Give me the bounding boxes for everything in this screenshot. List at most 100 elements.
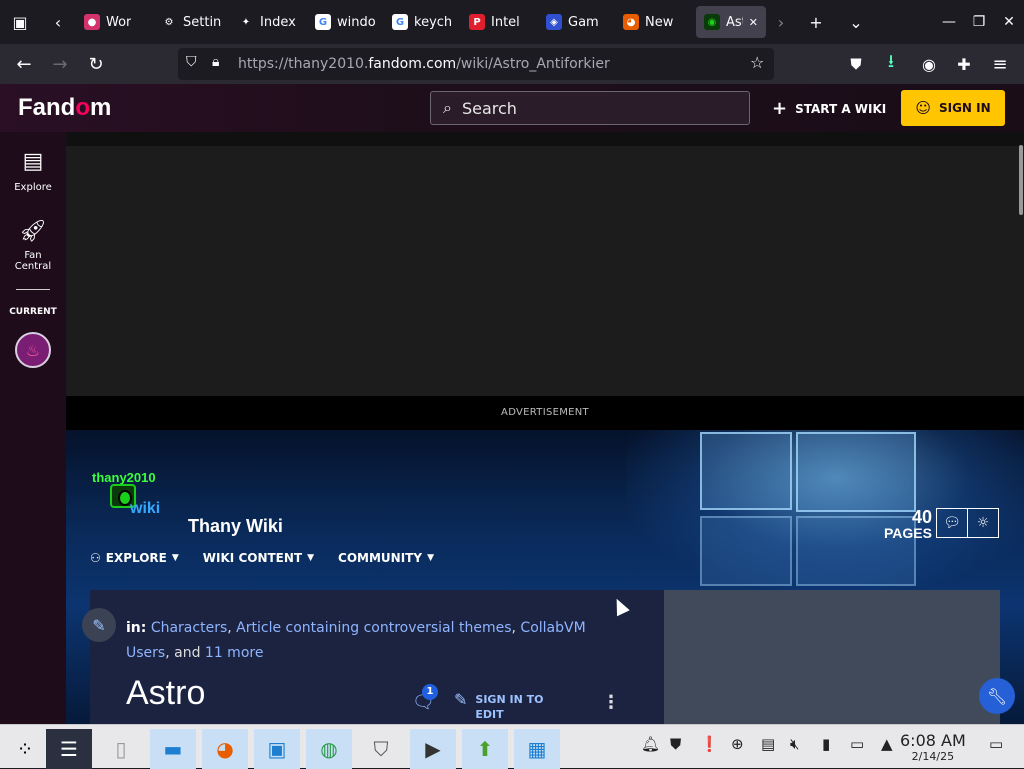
- file-manager-icon[interactable]: ▬: [150, 729, 196, 769]
- scrollbar-thumb[interactable]: [1019, 145, 1023, 215]
- browser-tab[interactable]: Gwindo: [307, 6, 384, 38]
- clipboard-icon[interactable]: ▤: [761, 735, 775, 753]
- google-icon: G: [392, 14, 408, 30]
- pencil-icon: ✎: [454, 690, 468, 709]
- downloads-icon[interactable]: ⭳: [873, 46, 909, 82]
- menu-icon[interactable]: ≡: [982, 46, 1018, 82]
- wrench-icon[interactable]: 🔧︎: [979, 678, 1015, 714]
- file-app-icon[interactable]: ▯: [98, 729, 144, 769]
- network-icon[interactable]: ▭: [850, 735, 864, 753]
- sidebar-item-fan-central[interactable]: 🚀︎ Fan Central: [0, 220, 66, 273]
- tab-label: New: [645, 14, 674, 30]
- browser-tab[interactable]: ● Wor: [76, 6, 153, 38]
- search-input[interactable]: ⌕ Search: [430, 91, 750, 125]
- alert-icon[interactable]: ❗: [700, 735, 719, 753]
- taskbar: ⁘ ☰ ▯ ▬ ◕ ▣ ◍ ⛉ ▶ ⬆ ▦ 🔔︎ ⛊ ❗ ⊕ ▤ 🔇︎ ▮ ▭ …: [0, 724, 1024, 769]
- terminal-app-icon[interactable]: ▶: [410, 729, 456, 769]
- scroll-tabs-left-icon[interactable]: ‹: [40, 0, 76, 44]
- update-icon[interactable]: ⊕: [731, 735, 744, 753]
- index-icon: ✦: [241, 16, 251, 28]
- lock-icon[interactable]: 🔒︎: [212, 54, 219, 70]
- app-launcher-icon[interactable]: ⁘: [2, 729, 48, 769]
- caret-down-icon: ▼: [171, 553, 179, 563]
- clock[interactable]: 6:08 AM 2/14/25: [900, 731, 966, 763]
- close-tab-icon[interactable]: ✕: [749, 16, 758, 29]
- more-actions-icon[interactable]: ⋮: [602, 692, 620, 713]
- list-tabs-icon[interactable]: ⌄: [836, 0, 876, 44]
- browser-tab[interactable]: ✦ Index: [230, 6, 307, 38]
- start-a-wiki-button[interactable]: + START A WIKI: [772, 98, 886, 119]
- minimize-icon[interactable]: —: [934, 0, 964, 44]
- sidebar-divider: [16, 289, 50, 290]
- close-window-icon[interactable]: ✕: [994, 0, 1024, 44]
- sign-in-to-edit-button[interactable]: ✎ SIGN IN TO EDIT: [454, 692, 543, 722]
- restore-icon[interactable]: ❐: [964, 0, 994, 44]
- scroll-tabs-right-icon[interactable]: ›: [766, 0, 796, 44]
- right-rail: [664, 590, 1000, 724]
- sun-icon: ☼: [976, 515, 990, 531]
- page-title: Astro: [126, 674, 206, 712]
- browser-tab[interactable]: ◈ Gam: [538, 6, 615, 38]
- tray-shield-icon[interactable]: ⛊: [670, 735, 681, 753]
- show-hidden-icons[interactable]: ▲: [881, 735, 893, 753]
- nav-explore[interactable]: ⚇ EXPLORE ▼: [90, 551, 179, 565]
- browser-tab[interactable]: ◕ New: [615, 6, 692, 38]
- categories: in: Characters, Article containing contr…: [126, 620, 586, 661]
- current-wiki-icon[interactable]: ♨: [15, 332, 51, 368]
- store-app-icon[interactable]: ▣: [254, 729, 300, 769]
- nav-toolbar: ← → ↻ ⛉ 🔒︎ https://thany2010.fandom.com/…: [0, 44, 1024, 84]
- security-app-icon[interactable]: ⛉: [358, 729, 404, 769]
- advertisement-label: ADVERTISEMENT: [66, 396, 1024, 430]
- game-icon: ◈: [546, 14, 562, 30]
- settings-app-icon[interactable]: ☰: [46, 729, 92, 769]
- url-text[interactable]: https://thany2010.fandom.com/wiki/Astro_…: [238, 56, 610, 72]
- tab-label: Settin: [183, 14, 222, 30]
- browser-tab[interactable]: ⚙ Settin: [153, 6, 230, 38]
- sidebar-item-explore[interactable]: ▤ Explore: [0, 150, 66, 194]
- browser-tab[interactable]: P Intel: [461, 6, 538, 38]
- more-categories-link[interactable]: 11 more: [205, 645, 264, 661]
- edit-pencil-icon[interactable]: ✎: [82, 608, 116, 642]
- wiki-logo[interactable]: thany2010 wiki: [92, 470, 172, 526]
- comment-count-badge: 1: [422, 684, 438, 700]
- forward-icon[interactable]: →: [42, 46, 78, 82]
- monitor-app-icon[interactable]: ▦: [514, 729, 560, 769]
- sign-in-button[interactable]: ☺ SIGN IN: [901, 90, 1005, 126]
- tab-overview-icon[interactable]: ▣: [0, 0, 40, 44]
- notifications-bell-icon[interactable]: 🔔︎: [641, 735, 660, 753]
- browser-tab[interactable]: ◉ Ast ✕: [696, 6, 766, 38]
- battery-icon[interactable]: ▮: [822, 735, 830, 753]
- mute-icon[interactable]: 🔇︎: [790, 735, 799, 753]
- nav-community[interactable]: COMMUNITY ▼: [338, 551, 434, 565]
- discussions-button[interactable]: 💬︎: [936, 508, 968, 538]
- url-bar[interactable]: ⛉ 🔒︎ https://thany2010.fandom.com/wiki/A…: [178, 48, 774, 80]
- new-tab-icon[interactable]: +: [796, 0, 836, 44]
- bookmark-star-icon[interactable]: ☆: [750, 53, 764, 72]
- pages-count: 40 PAGES: [884, 507, 932, 541]
- category-link[interactable]: Characters: [151, 620, 227, 636]
- browser-tab[interactable]: Gkeych: [384, 6, 461, 38]
- firefox-taskbar-icon[interactable]: ◕: [202, 729, 248, 769]
- window-pane: [796, 432, 916, 512]
- tab-label: Ast: [726, 14, 743, 30]
- theme-toggle-button[interactable]: ☼: [967, 508, 999, 538]
- back-icon[interactable]: ←: [6, 46, 42, 82]
- fandom-logo[interactable]: Fandom: [18, 94, 111, 122]
- account-icon[interactable]: ◉: [911, 46, 947, 82]
- category-link[interactable]: Article containing controversial themes: [236, 620, 511, 636]
- global-sidebar: ▤ Explore 🚀︎ Fan Central CURRENT ♨: [0, 132, 66, 724]
- wiki-name[interactable]: Thany Wiki: [188, 516, 283, 537]
- extensions-icon[interactable]: ✚: [946, 46, 982, 82]
- nav-wiki-content[interactable]: WIKI CONTENT ▼: [203, 551, 314, 565]
- pocket-icon[interactable]: ⛊: [838, 46, 874, 82]
- shield-icon[interactable]: ⛉: [186, 54, 197, 70]
- globe-app-icon[interactable]: ◍: [306, 729, 352, 769]
- user-icon: ☺: [915, 99, 931, 117]
- reload-icon[interactable]: ↻: [78, 46, 114, 82]
- current-label: CURRENT: [9, 307, 57, 317]
- updater-app-icon[interactable]: ⬆: [462, 729, 508, 769]
- fandom-header: Fandom ⌕ Search + START A WIKI ☺ SIGN IN: [0, 84, 1024, 132]
- chat-icon: 💬︎: [943, 515, 961, 531]
- show-desktop-icon[interactable]: ▭: [989, 735, 1003, 753]
- search-placeholder: Search: [461, 98, 517, 118]
